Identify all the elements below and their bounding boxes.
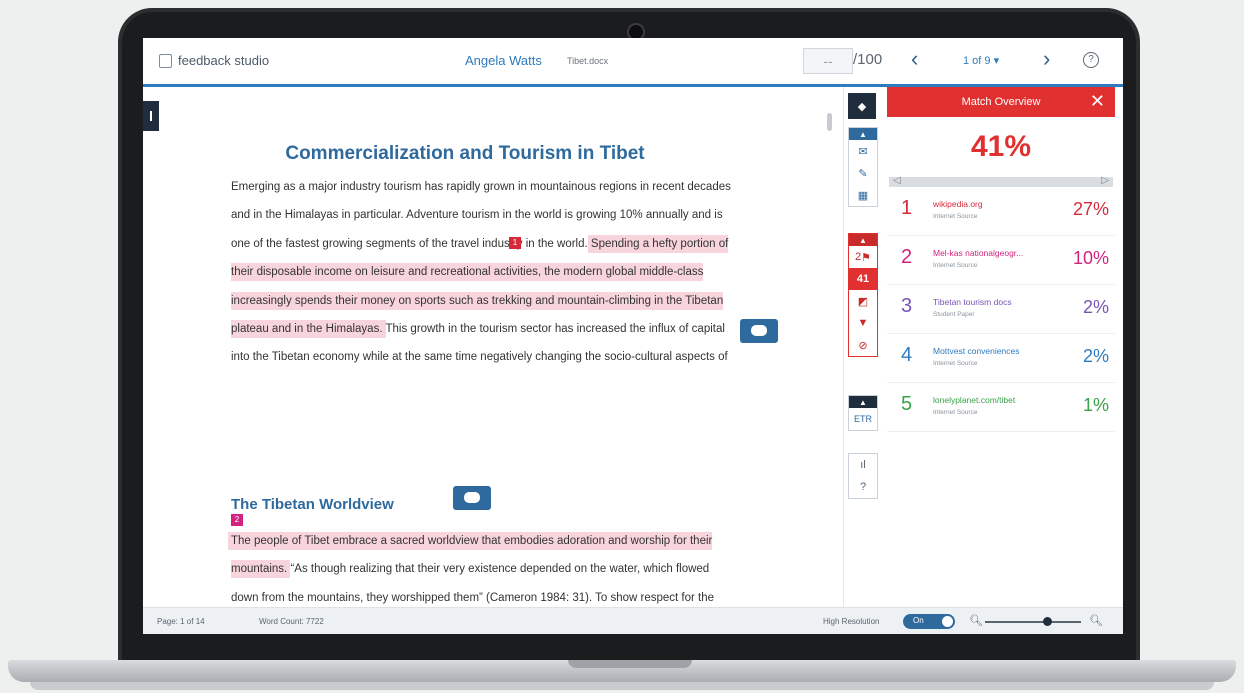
scroll-right-icon[interactable]: ▷ — [1101, 175, 1109, 186]
high-resolution-label: High Resolution — [823, 617, 880, 626]
tool-column: ◆ ▲ ✉ ✎ ▦ ▲ 2 ⚑ 41 ◩ ▼ ⊘ ▲ ETR ıl ? — [843, 87, 880, 607]
document-title: Commercialization and Tourism in Tibet — [285, 143, 645, 164]
match-source-type: Internet Source — [933, 262, 978, 269]
similarity-tools: ▲ 2 ⚑ 41 ◩ ▼ ⊘ — [848, 233, 878, 357]
match-number: 4 — [901, 344, 913, 366]
match-row[interactable]: 2 Mel-kas nationalgeogr... Internet Source… — [887, 236, 1115, 285]
match-percent: 2% — [1082, 346, 1109, 366]
edit-rubric-icon[interactable]: ✎ — [849, 162, 877, 184]
zoom-slider[interactable] — [985, 621, 1081, 623]
match-number: 1 — [901, 197, 913, 219]
layer-tool-button[interactable]: ◆ — [848, 93, 876, 119]
match-row[interactable]: 3 Tibetan tourism docs Student Paper 2% — [887, 285, 1115, 334]
comment-bubble-icon[interactable] — [453, 486, 491, 510]
match-number: 2 — [901, 246, 913, 268]
grading-group-icon: ▲ — [849, 128, 877, 140]
match-source-type: Internet Source — [933, 409, 978, 416]
match-marker-1[interactable]: 1 — [509, 237, 521, 249]
previous-paper-icon[interactable]: ‹ — [911, 46, 918, 72]
filter-icon[interactable]: ▼ — [849, 312, 877, 334]
comments-icon[interactable]: ✉ — [849, 140, 877, 162]
utility-tools: ıl ? — [848, 453, 878, 499]
zoom-slider-handle[interactable] — [1043, 617, 1052, 626]
zoom-out-icon[interactable]: 🔍︎ — [969, 614, 983, 627]
page-count: Page: 1 of 14 — [157, 617, 205, 626]
paper-title: Tibet.docx — [567, 56, 609, 66]
match-source[interactable]: lonelyplanet.com/tibet — [933, 395, 1015, 405]
match-marker-2[interactable]: 2 — [231, 514, 243, 526]
match-highlight-1[interactable]: Spending a hefty portion of their dispos… — [231, 237, 729, 336]
paragraph-2: The people of Tibet embrace a sacred wor… — [231, 535, 715, 604]
etater-tools: ▲ ETR — [848, 395, 878, 431]
match-percent: 27% — [1072, 199, 1109, 219]
close-icon[interactable]: ✕ — [1090, 91, 1105, 112]
flags-button[interactable]: 2 ⚑ — [849, 246, 877, 268]
match-percent: 2% — [1082, 297, 1109, 317]
word-count: Word Count: 7722 — [259, 617, 324, 626]
all-sources-icon[interactable]: ◩ — [849, 290, 877, 312]
document-viewer: Commercialization and Tourism in Tibet E… — [143, 87, 833, 607]
paragraph-1: Emerging as a major industry tourism has… — [231, 181, 731, 364]
match-number: 3 — [901, 295, 913, 317]
match-source-type: Internet Source — [933, 360, 978, 367]
match-list: 1 wikipedia.org Internet Source 27% 2 Mel-kas… — [887, 187, 1115, 432]
match-source[interactable]: Mottvest conveniences — [933, 346, 1019, 356]
next-paper-icon[interactable]: › — [1043, 46, 1050, 72]
match-source-type: Student Paper — [933, 311, 975, 318]
side-panel-toggle[interactable] — [143, 101, 159, 131]
similarity-score-button[interactable]: 41 — [849, 268, 877, 290]
match-overview-panel: Match Overview ✕ 41% ◁ ▷ 1 wikipedia.org I… — [887, 87, 1115, 607]
match-number: 5 — [901, 393, 913, 415]
match-overview-header: Match Overview ✕ — [887, 87, 1115, 117]
high-resolution-toggle[interactable]: On — [903, 614, 955, 629]
scroll-left-icon[interactable]: ◁ — [893, 175, 901, 186]
app-logo[interactable]: feedback studio — [159, 53, 269, 68]
grade-total: /100 — [853, 51, 883, 68]
panel-title: Match Overview — [961, 96, 1041, 108]
overall-similarity: 41% — [970, 130, 1032, 163]
screen: feedback studio Angela Watts Tibet.docx … — [143, 38, 1123, 634]
student-name: Angela Watts — [465, 53, 542, 68]
exclude-icon[interactable]: ⊘ — [849, 334, 877, 356]
match-source-type: Internet Source — [933, 213, 978, 220]
grading-tools: ▲ ✉ ✎ ▦ — [848, 127, 878, 207]
status-bar: Page: 1 of 14 Word Count: 7722 High Reso… — [143, 607, 1123, 634]
layers-icon: ◆ — [857, 100, 867, 113]
match-row[interactable]: 1 wikipedia.org Internet Source 27% — [887, 187, 1115, 236]
grade-input[interactable]: -- — [803, 48, 853, 74]
match-source[interactable]: Mel-kas nationalgeogr... — [933, 248, 1023, 258]
match-row[interactable]: 5 lonelyplanet.com/tibet Internet Source 1% — [887, 383, 1115, 432]
laptop-base — [8, 660, 1236, 682]
document-scrollbar[interactable] — [827, 113, 832, 131]
match-percent: 10% — [1072, 248, 1109, 268]
comment-bubble-icon[interactable] — [740, 319, 778, 343]
info-icon[interactable]: ıl — [849, 454, 877, 476]
match-source[interactable]: wikipedia.org — [933, 199, 983, 209]
section-heading: The Tibetan Worldview — [231, 496, 394, 513]
feedback-studio-icon — [159, 53, 172, 68]
etater-icon[interactable]: ETR — [849, 408, 877, 430]
similarity-group-icon: ▲ — [849, 234, 877, 246]
source-scroller[interactable]: ◁ ▷ — [889, 175, 1113, 187]
grading-form-icon[interactable]: ▦ — [849, 184, 877, 206]
help-icon[interactable]: ? — [1083, 52, 1099, 68]
etater-group-icon: ▲ — [849, 396, 877, 408]
top-bar: feedback studio Angela Watts Tibet.docx … — [143, 38, 1123, 87]
zoom-in-icon[interactable]: 🔍︎ — [1089, 614, 1103, 627]
match-row[interactable]: 4 Mottvest conveniences Internet Source 2% — [887, 334, 1115, 383]
match-source[interactable]: Tibetan tourism docs — [933, 297, 1012, 307]
paper-pager[interactable]: 1 of 9 ▾ — [963, 54, 999, 67]
help-circle-icon[interactable]: ? — [849, 476, 877, 498]
match-percent: 1% — [1082, 395, 1109, 415]
app-name: feedback studio — [178, 53, 270, 68]
